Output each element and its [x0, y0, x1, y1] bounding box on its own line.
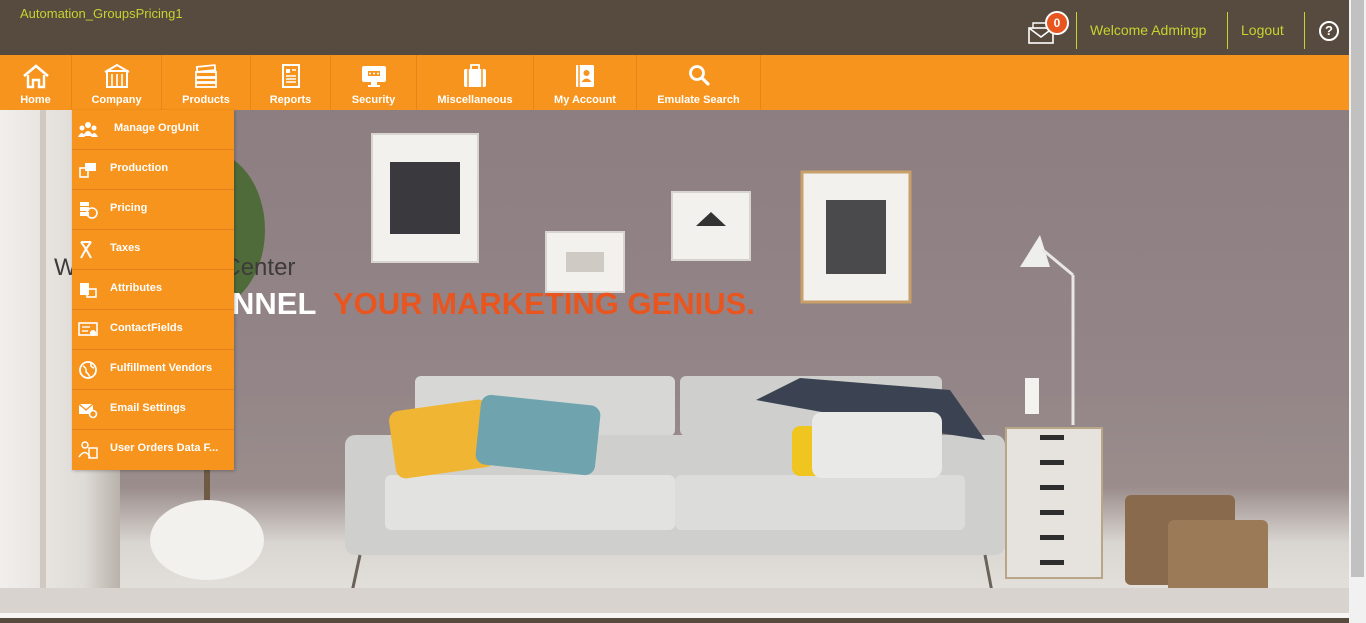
nav-label: Security — [351, 94, 396, 106]
nav-label: Home — [20, 94, 51, 106]
nav-item-company[interactable]: Company — [72, 55, 162, 110]
help-icon[interactable]: ? — [1319, 21, 1339, 41]
nav-item-security[interactable]: Security — [331, 55, 417, 110]
stack-icon — [195, 64, 217, 88]
monitor-icon — [361, 66, 386, 87]
welcome-text: Welcome Admingp — [1090, 22, 1207, 38]
header-divider — [1304, 12, 1305, 49]
menu-item-label: Fulfillment Vendors — [110, 362, 213, 374]
report-icon — [281, 64, 300, 88]
menu-item-email-settings[interactable]: Email Settings — [72, 390, 234, 430]
header-divider — [1227, 12, 1228, 49]
nav-label: Products — [182, 94, 230, 106]
menu-item-pricing[interactable]: Pricing — [72, 190, 234, 230]
search-icon — [688, 65, 710, 86]
menu-item-label: User Orders Data F... — [110, 442, 219, 454]
contact-fields-icon — [78, 322, 98, 336]
hero-tagline-white: NNEL — [232, 286, 317, 321]
users-group-icon — [78, 122, 98, 137]
nav-label: Miscellaneous — [437, 94, 513, 106]
nav-item-products[interactable]: Products — [162, 55, 251, 110]
menu-item-label: ContactFields — [110, 322, 183, 334]
globe-icon — [79, 361, 97, 379]
building-icon — [103, 63, 130, 88]
nav-item-miscellaneous[interactable]: Miscellaneous — [417, 55, 534, 110]
header-divider — [1076, 12, 1077, 49]
notification-badge[interactable]: 0 — [1045, 11, 1069, 35]
taxes-icon — [80, 241, 92, 259]
briefcase-icon — [464, 64, 486, 87]
menu-item-label: Pricing — [110, 202, 148, 214]
nav-label: Reports — [269, 94, 312, 106]
production-icon — [79, 163, 96, 178]
attributes-icon — [80, 283, 97, 298]
menu-item-fulfillment-vendors[interactable]: Fulfillment Vendors — [72, 350, 234, 390]
nav-item-home[interactable]: Home — [0, 55, 72, 110]
menu-item-taxes[interactable]: Taxes — [72, 230, 234, 270]
hero-floor — [0, 588, 1349, 613]
app-title: Automation_GroupsPricing1 — [20, 6, 183, 21]
home-icon — [22, 64, 49, 89]
menu-item-label: Attributes — [110, 282, 162, 294]
pricing-icon — [80, 202, 98, 219]
nav-item-emulate-search[interactable]: Emulate Search — [637, 55, 761, 110]
nav-label: Company — [91, 94, 142, 106]
menu-item-label: Production — [110, 162, 169, 174]
user-orders-icon — [78, 441, 98, 459]
nav-item-reports[interactable]: Reports — [251, 55, 331, 110]
menu-item-label: Email Settings — [110, 402, 186, 414]
hero-tagline-orange: YOUR MARKETING GENIUS. — [333, 286, 755, 321]
logout-link[interactable]: Logout — [1241, 22, 1284, 38]
nav-item-my-account[interactable]: My Account — [534, 55, 637, 110]
menu-item-contactfields[interactable]: ContactFields — [72, 310, 234, 350]
main-nav: Home Company Products Reports Security M… — [0, 55, 1349, 110]
menu-item-manage-orgunit[interactable]: Manage OrgUnit — [72, 110, 234, 150]
menu-item-user-orders-data[interactable]: User Orders Data F... — [72, 430, 234, 470]
top-bar: Automation_GroupsPricing1 0 Welcome Admi… — [0, 0, 1349, 55]
menu-item-attributes[interactable]: Attributes — [72, 270, 234, 310]
nav-label: My Account — [554, 94, 616, 106]
company-dropdown-menu: Manage OrgUnit Production Pricing Taxes … — [72, 110, 234, 470]
menu-item-label: Taxes — [110, 242, 141, 254]
page-footer-bar — [0, 618, 1349, 623]
menu-item-label: Manage OrgUnit — [114, 122, 199, 134]
menu-item-production[interactable]: Production — [72, 150, 234, 190]
account-book-icon — [576, 65, 594, 87]
nav-label: Emulate Search — [657, 94, 740, 106]
scrollbar-thumb[interactable] — [1351, 0, 1364, 577]
email-settings-icon — [78, 403, 98, 419]
